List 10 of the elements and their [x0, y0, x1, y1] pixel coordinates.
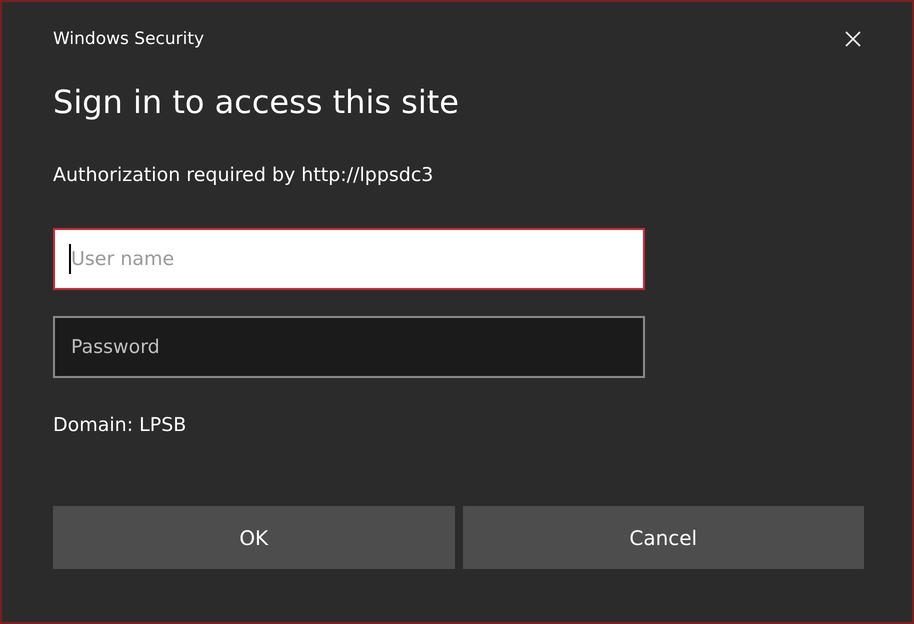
cancel-button[interactable]: Cancel — [462, 506, 864, 569]
close-button[interactable] — [844, 30, 862, 48]
input-field[interactable]: User name — [53, 228, 645, 290]
input-field[interactable]: Password — [53, 316, 645, 378]
domain-label: Domain: LPSB — [53, 413, 188, 438]
dialog-heading: Sign in to access this site — [53, 82, 460, 123]
ok-button[interactable]: OK — [53, 506, 454, 569]
text-cursor — [69, 244, 71, 274]
authorization-message: Authorization required by http://lppsdc3 — [53, 163, 434, 188]
window-title: Windows Security — [53, 29, 204, 49]
